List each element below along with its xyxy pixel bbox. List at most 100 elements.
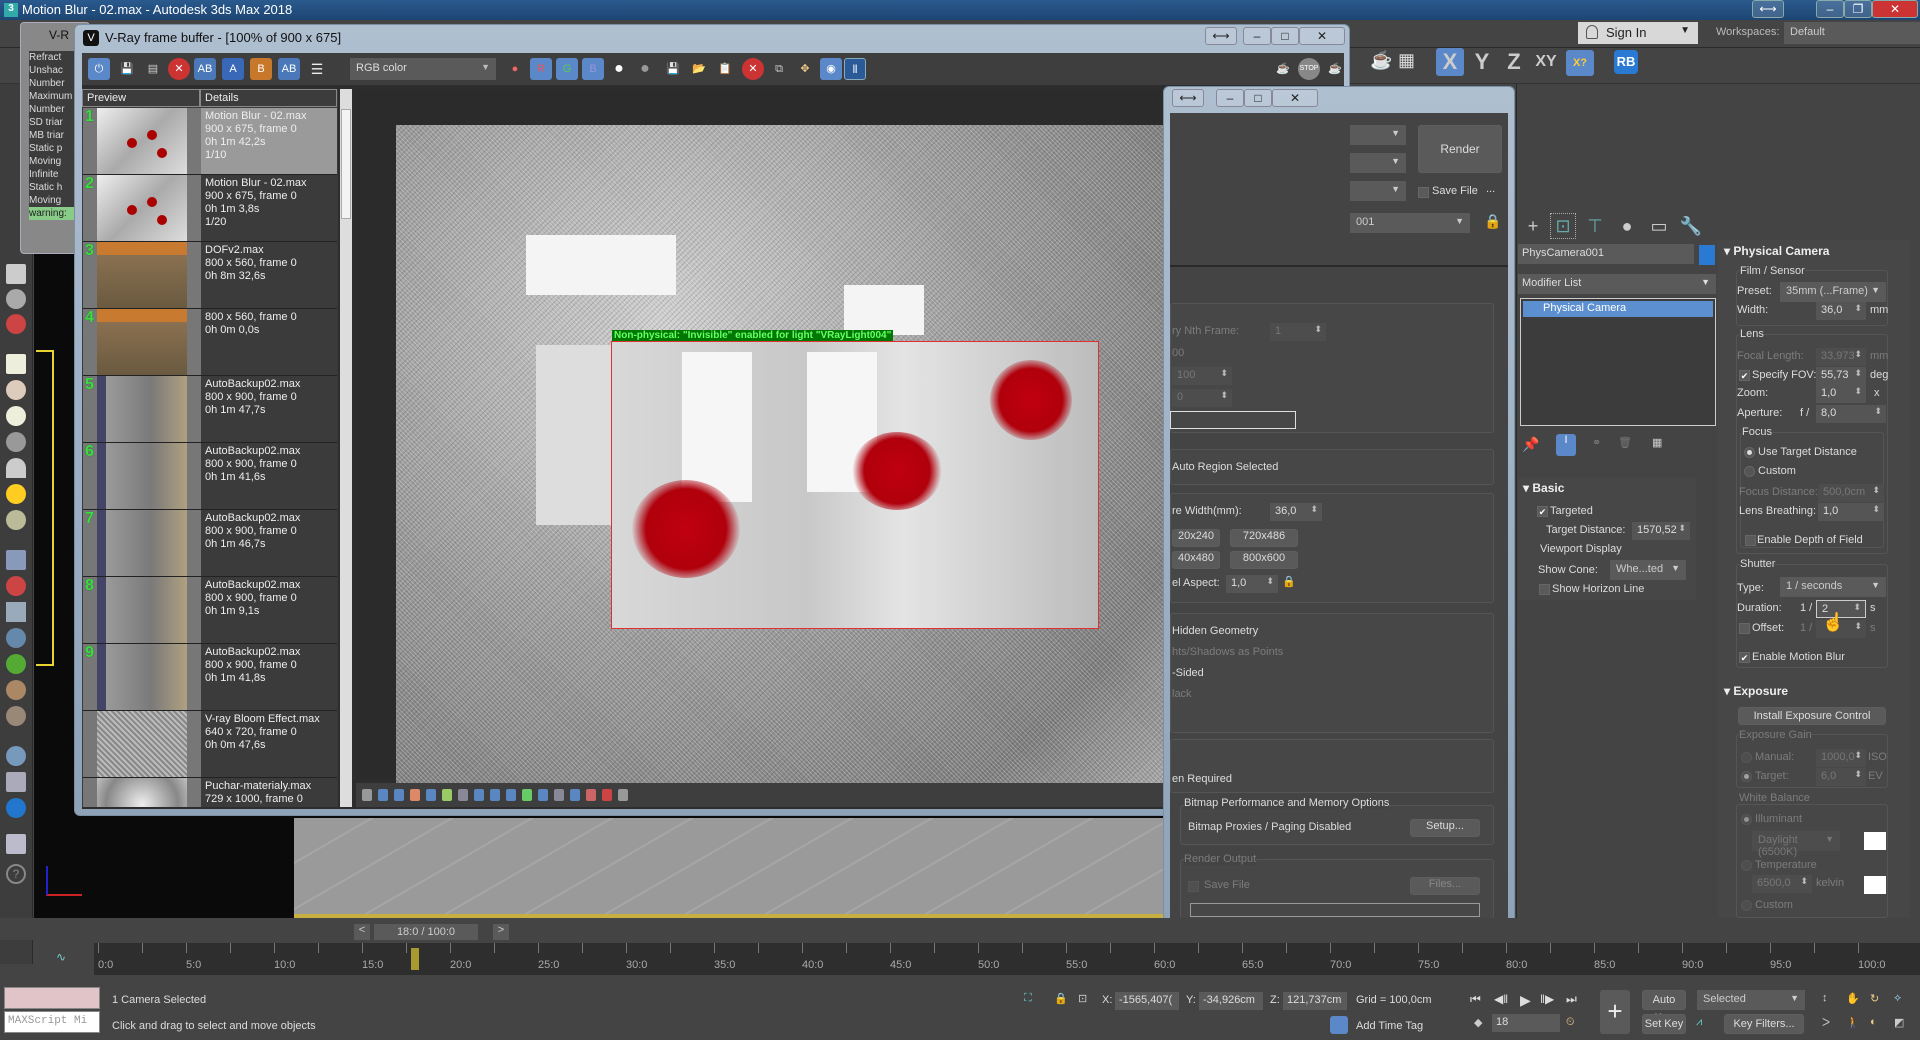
render-interactive-icon[interactable]: ☕ [1272,58,1294,80]
vfb-correction-tool-icon[interactable] [410,789,420,801]
current-frame-field[interactable]: 18 [1492,1014,1560,1032]
render-region-box[interactable]: Non-physical: "Invisible" enabled for li… [611,330,1099,629]
show-end-result-icon[interactable]: I [1556,434,1576,456]
vfb-correction-tool-icon[interactable] [586,789,596,801]
history-scrollbar[interactable] [340,89,352,807]
zoom-spinner[interactable]: 1,0 ⬍ [1816,385,1866,403]
target-distance-spinner[interactable]: 1570,52 ⬍ [1632,522,1690,540]
history-item[interactable]: V-ray Bloom Effect.max 640 x 720, frame 0… [83,711,337,778]
mono-icon[interactable]: ● [634,58,656,80]
show-cone-select[interactable]: Whe...ted ▼ [1610,560,1686,580]
open-folder-icon[interactable]: 📂 [688,58,710,80]
width-spinner[interactable]: 36,0 ⬍ [1816,302,1866,320]
preview-column-header[interactable]: Preview [82,89,200,107]
power-toggle-icon[interactable]: ⏻ [88,58,110,80]
material-sphere-icon[interactable] [6,746,26,766]
mesh-light-icon[interactable] [6,432,26,452]
history-item[interactable]: 9 AutoBackup02.max 800 x 900, frame 0 0h 1m… [83,644,337,711]
motion-tab-icon[interactable]: ● [1615,214,1639,238]
spot-light-icon[interactable] [6,458,26,478]
roll-icon[interactable]: ◐ [1870,1016,1877,1028]
stop-render-icon[interactable]: STOP [1298,58,1320,80]
proxy-icon[interactable] [6,550,26,570]
stereo-icon[interactable]: ⦀ [844,58,866,80]
clear-icon[interactable]: ✕ [742,58,764,80]
b-compare-icon[interactable]: B [250,58,272,80]
enable-dof-checkbox[interactable] [1745,535,1756,546]
vfb-correction-tool-icon[interactable] [538,789,548,801]
use-target-distance-radio[interactable] [1744,447,1755,458]
camera-icon[interactable] [6,264,26,284]
pin-stack-icon[interactable]: 📌 [1522,436,1539,453]
render-teapot-icon[interactable]: ☕ [1370,50,1394,74]
option-hidden-geometry[interactable]: Hidden Geometry [1172,625,1258,637]
menu-icon[interactable]: ☰ [306,58,328,80]
history-item[interactable]: 8 AutoBackup02.max 800 x 900, frame 0 0h 1m… [83,577,337,644]
minimize-button[interactable]: – [1816,0,1844,18]
sphere-light-icon[interactable] [6,406,26,426]
details-column-header[interactable]: Details [200,89,337,107]
fur-icon[interactable] [6,628,26,648]
key-selection-set-select[interactable]: Selected ▼ [1697,990,1805,1010]
axis-z-button[interactable]: Z [1500,48,1528,76]
ies-light-icon[interactable] [6,510,26,530]
basic-rollout-toggle[interactable]: ▾ Basic [1523,481,1564,495]
vfb-correction-tool-icon[interactable] [554,789,564,801]
maxscript-mini-listener[interactable]: MAXScript Mi [4,1011,100,1033]
configure-sets-icon[interactable]: ▦ [1652,436,1662,449]
swap-layout-button[interactable]: ⟷ [1752,0,1784,18]
save-all-icon[interactable]: 💾 [662,58,684,80]
enable-motion-blur-checkbox[interactable]: ✔ [1739,652,1750,663]
alpha-white-icon[interactable]: ● [608,58,630,80]
dome-light-icon[interactable] [6,380,26,400]
file-number-base-spinner[interactable]: 0 ⬍ [1172,389,1232,407]
set-keys-button[interactable]: + [1600,990,1630,1034]
save-image-icon[interactable]: 💾 [116,58,138,80]
pixel-aspect-spinner[interactable]: 1,0 ⬍ [1226,575,1278,593]
load-image-icon[interactable]: ▤ [142,58,164,80]
film-preset-select[interactable]: 35mm (...Frame) ▼ [1780,282,1886,302]
region-render-icon[interactable]: ◉ [820,58,842,80]
vfb-correction-tool-icon[interactable] [458,789,468,801]
history-item[interactable]: 5 AutoBackup02.max 800 x 900, frame 0 0h 1m… [83,376,337,443]
rs-maximize-button[interactable]: □ [1244,89,1272,107]
grass-icon[interactable] [6,654,26,674]
vfb-minimize-button[interactable]: – [1243,27,1271,45]
lens-breathing-spinner[interactable]: 1,0 ⬍ [1818,503,1884,521]
remove-modifier-icon[interactable]: 🗑 [1618,436,1632,449]
lock-aspect-icon[interactable]: 🔒 [1282,575,1296,588]
history-item[interactable]: 3 DOFv2.max 800 x 560, frame 0 0h 8m 32,6s [83,242,337,309]
vfb-correction-tool-icon[interactable] [474,789,484,801]
every-nth-frame-spinner[interactable]: 1 ⬍ [1270,323,1326,341]
vfb-swap-button[interactable]: ⟷ [1205,27,1237,45]
z-coordinate-field[interactable]: 121,737cm [1283,992,1347,1010]
clear-image-icon[interactable]: ✕ [168,58,190,80]
play-icon[interactable]: ▶ [1520,992,1531,1009]
output-save-file-checkbox[interactable] [1188,881,1199,892]
temperature-radio[interactable] [1741,860,1752,871]
history-item[interactable]: 4 800 x 560, frame 0 0h 0m 0,0s [83,309,337,376]
vfb-maximize-button[interactable]: □ [1271,27,1299,45]
axis-xy-button[interactable]: XY [1530,48,1562,76]
axis-y-button[interactable]: Y [1468,48,1496,76]
object-color-swatch[interactable] [1699,245,1715,265]
output-path-field[interactable] [1190,903,1480,917]
color-channels-icon[interactable]: ● [504,58,526,80]
view-to-render-select[interactable]: 001 ▼ [1350,213,1470,233]
curve-editor-icon[interactable]: ∿ [56,950,66,964]
set-key-button[interactable]: Set Key [1642,1014,1686,1034]
vfb-correction-tool-icon[interactable] [426,789,436,801]
red-channel-button[interactable]: R [530,58,552,80]
track-bar[interactable]: 0:0 5:0 10:0 15:0 20:0 25:0 30:0 35:0 40:0 45:0 50… [94,943,1920,975]
walk-through-icon[interactable]: 🚶 [1846,1016,1860,1029]
focal-length-spinner[interactable]: 33,973 ⬍ [1816,348,1866,366]
snap-constraint-icon[interactable]: X? [1566,50,1594,76]
fov-spinner[interactable]: 55,73 ⬍ [1816,367,1866,385]
illuminant-color-swatch[interactable] [1864,832,1886,850]
ornatrix-icon[interactable] [6,706,26,726]
history-item[interactable]: 1 Motion Blur - 02.max 900 x 675, frame 00… [83,108,337,175]
temperature-spinner[interactable]: 6500,0 ⬍ [1752,875,1812,893]
duplicate-to-max-icon[interactable]: ⧉ [768,58,790,80]
pan-icon[interactable]: ✋ [1846,992,1860,1005]
show-horizon-checkbox[interactable] [1539,584,1550,595]
